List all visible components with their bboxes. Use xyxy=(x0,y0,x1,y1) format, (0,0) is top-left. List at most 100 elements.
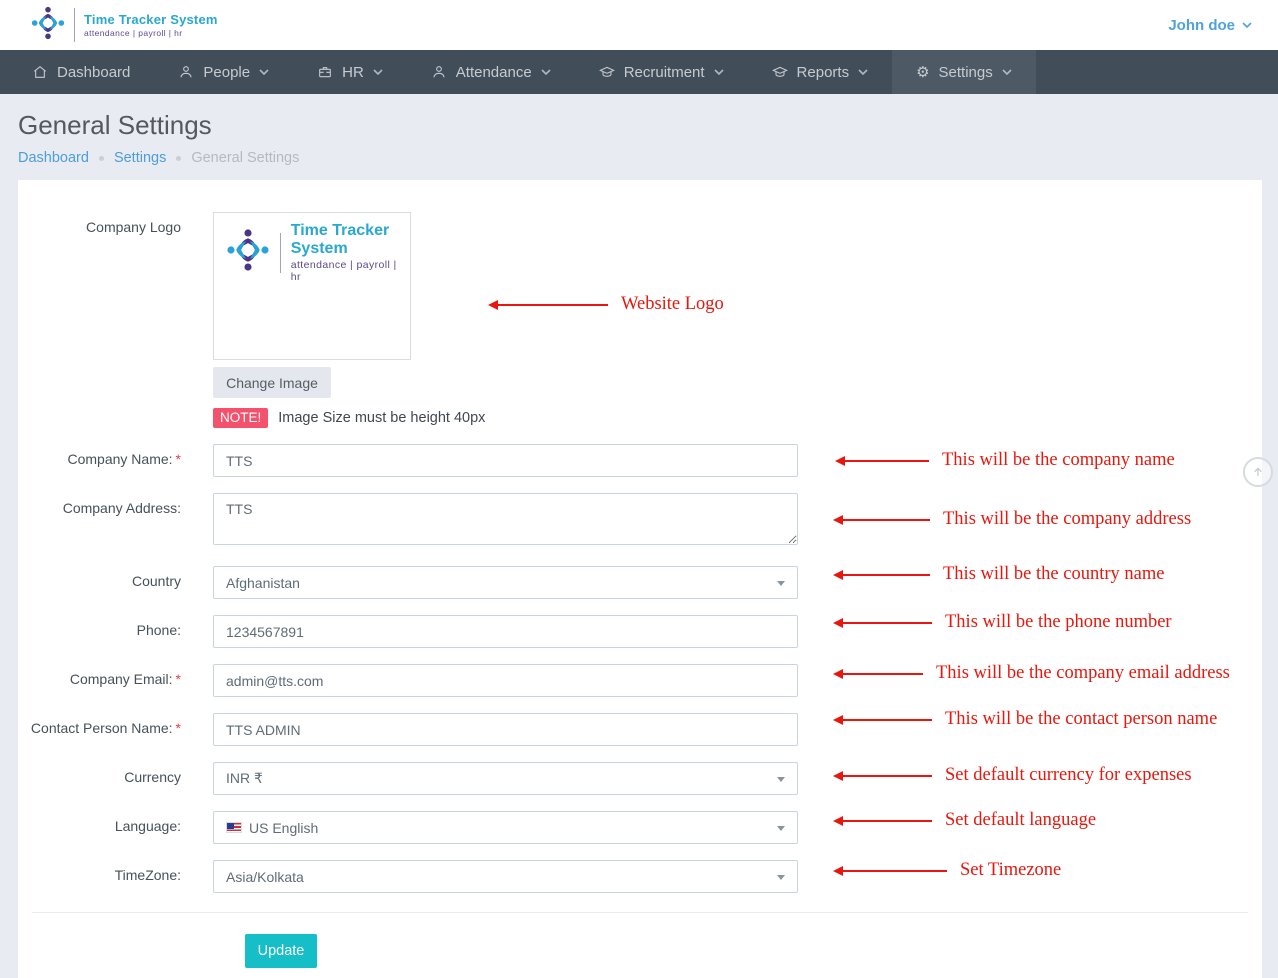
required-mark: * xyxy=(176,671,181,687)
change-image-button[interactable]: Change Image xyxy=(213,367,331,398)
app-logo-icon xyxy=(30,5,66,46)
home-icon xyxy=(32,64,48,80)
language-select[interactable]: US English xyxy=(213,811,798,844)
chevron-down-icon xyxy=(714,69,724,75)
annotation-phone: This will be the phone number xyxy=(835,612,1172,633)
chevron-down-icon xyxy=(858,69,868,75)
left-arrow xyxy=(835,622,932,624)
note-badge: NOTE! xyxy=(213,408,268,428)
caret-down-icon xyxy=(777,581,785,586)
breadcrumb: Dashboard Settings General Settings xyxy=(18,148,1262,168)
annotation-company-name: This will be the company name xyxy=(837,450,1175,471)
note-text: Image Size must be height 40px xyxy=(278,410,485,426)
chevron-down-icon xyxy=(1242,22,1252,28)
chevron-down-icon xyxy=(1002,69,1012,75)
left-arrow xyxy=(835,870,947,872)
timezone-select[interactable]: Asia/Kolkata xyxy=(213,860,798,893)
company-logo-label: Company Logo xyxy=(18,212,213,428)
preview-logo-title: Time Tracker System xyxy=(291,222,410,258)
chevron-down-icon xyxy=(259,69,269,75)
scroll-top-button[interactable] xyxy=(1243,457,1273,487)
nav-hr[interactable]: HR xyxy=(293,50,407,94)
company-logo-icon xyxy=(225,227,271,278)
nav-label: HR xyxy=(342,64,364,81)
caret-down-icon xyxy=(777,826,785,831)
graduation-cap-icon xyxy=(772,64,788,80)
country-value: Afghanistan xyxy=(226,575,300,591)
nav-settings[interactable]: ⚙ Settings xyxy=(892,50,1036,94)
left-arrow xyxy=(490,304,608,306)
annotation-company-address: This will be the company address xyxy=(835,509,1191,530)
chevron-down-icon xyxy=(541,69,551,75)
left-arrow xyxy=(835,719,932,721)
nav-recruitment[interactable]: Recruitment xyxy=(575,50,748,94)
currency-select[interactable]: INR ₹ xyxy=(213,762,798,795)
annotation-language: Set default language xyxy=(835,810,1096,831)
main-nav: Dashboard People HR Attendance Recruitme… xyxy=(0,50,1278,94)
nav-reports[interactable]: Reports xyxy=(748,50,893,94)
annotation-email: This will be the company email address xyxy=(835,663,1230,684)
gear-icon: ⚙ xyxy=(916,65,929,80)
user-name: John doe xyxy=(1168,17,1235,34)
company-email-label: Company Email:* xyxy=(18,664,213,697)
timezone-row: TimeZone: Asia/Kolkata xyxy=(18,860,1262,893)
left-arrow xyxy=(835,519,930,521)
person-icon xyxy=(431,64,447,80)
nav-label: Settings xyxy=(939,64,993,81)
language-label: Language: xyxy=(18,811,213,844)
nav-people[interactable]: People xyxy=(154,50,293,94)
language-value: US English xyxy=(249,820,318,836)
timezone-label: TimeZone: xyxy=(18,860,213,893)
company-logo-row: Company Logo xyxy=(18,212,1262,428)
required-mark: * xyxy=(176,451,181,467)
app-tagline: attendance | payroll | hr xyxy=(84,28,218,38)
left-arrow xyxy=(835,574,930,576)
company-address-textarea[interactable]: TTS xyxy=(213,493,798,545)
breadcrumb-settings[interactable]: Settings xyxy=(114,150,166,166)
phone-input[interactable] xyxy=(213,615,798,648)
annotation-website-logo: Website Logo xyxy=(490,294,724,315)
left-arrow xyxy=(837,460,929,462)
top-header: Time Tracker System attendance | payroll… xyxy=(0,0,1278,50)
left-arrow xyxy=(835,673,923,675)
person-icon xyxy=(178,64,194,80)
caret-down-icon xyxy=(777,875,785,880)
preview-logo-tagline: attendance | payroll | hr xyxy=(291,259,410,283)
annotation-contact-person: This will be the contact person name xyxy=(835,709,1217,730)
currency-value: INR ₹ xyxy=(226,770,263,787)
company-email-input[interactable] xyxy=(213,664,798,697)
nav-attendance[interactable]: Attendance xyxy=(407,50,575,94)
form-footer-divider xyxy=(32,912,1248,913)
annotation-currency: Set default currency for expenses xyxy=(835,765,1192,786)
country-label: Country xyxy=(18,566,213,599)
company-name-input[interactable] xyxy=(213,444,798,477)
contact-person-input[interactable] xyxy=(213,713,798,746)
page-title: General Settings xyxy=(18,110,1262,140)
breadcrumb-dashboard[interactable]: Dashboard xyxy=(18,150,89,166)
us-flag-icon xyxy=(226,822,242,833)
nav-label: Dashboard xyxy=(57,64,130,81)
timezone-value: Asia/Kolkata xyxy=(226,869,304,885)
breadcrumb-current: General Settings xyxy=(191,150,299,166)
chevron-down-icon xyxy=(373,69,383,75)
nav-label: Attendance xyxy=(456,64,532,81)
nav-label: Reports xyxy=(797,64,850,81)
annotation-country: This will be the country name xyxy=(835,564,1164,585)
country-select[interactable]: Afghanistan xyxy=(213,566,798,599)
graduation-cap-icon xyxy=(599,64,615,80)
update-button[interactable]: Update xyxy=(245,934,317,968)
annotation-timezone: Set Timezone xyxy=(835,860,1061,881)
company-logo-preview: Time Tracker System attendance | payroll… xyxy=(213,212,411,360)
nav-label: Recruitment xyxy=(624,64,705,81)
contact-person-label: Contact Person Name:* xyxy=(18,713,213,746)
briefcase-icon xyxy=(317,64,333,80)
left-arrow xyxy=(835,820,932,822)
app-logo: Time Tracker System attendance | payroll… xyxy=(30,5,218,46)
caret-down-icon xyxy=(777,777,785,782)
app-title: Time Tracker System xyxy=(84,12,218,27)
nav-label: People xyxy=(203,64,250,81)
user-menu[interactable]: John doe xyxy=(1168,17,1252,34)
nav-dashboard[interactable]: Dashboard xyxy=(8,50,154,94)
left-arrow xyxy=(835,775,932,777)
breadcrumb-dot xyxy=(176,156,181,161)
